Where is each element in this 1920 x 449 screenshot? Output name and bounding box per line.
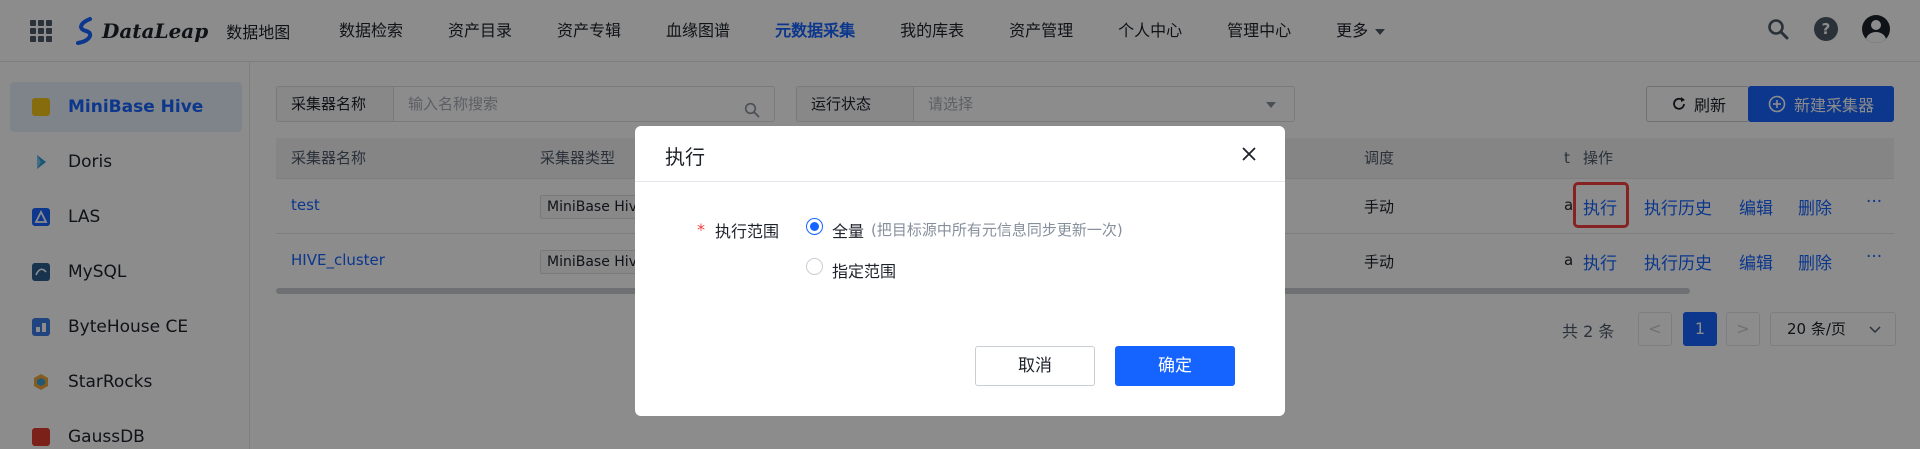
dialog-title: 执行 [665, 145, 705, 169]
execute-scope-label: 执行范围 [715, 222, 780, 241]
radio-custom-scope[interactable] [806, 258, 823, 275]
cancel-button[interactable]: 取消 [975, 346, 1095, 386]
execute-dialog: 执行 * 执行范围 全量 (把目标源中所有元信息同步更新一次) 指定范围 取消 … [635, 126, 1285, 416]
close-icon[interactable] [1239, 144, 1259, 164]
required-mark: * [697, 220, 705, 239]
radio-full-label[interactable]: 全量 [832, 218, 864, 242]
dialog-header: 执行 [635, 126, 1285, 182]
radio-custom-scope-label[interactable]: 指定范围 [832, 258, 896, 282]
radio-full[interactable] [806, 218, 823, 235]
confirm-button[interactable]: 确定 [1115, 346, 1235, 386]
radio-full-hint: (把目标源中所有元信息同步更新一次) [871, 221, 1123, 239]
